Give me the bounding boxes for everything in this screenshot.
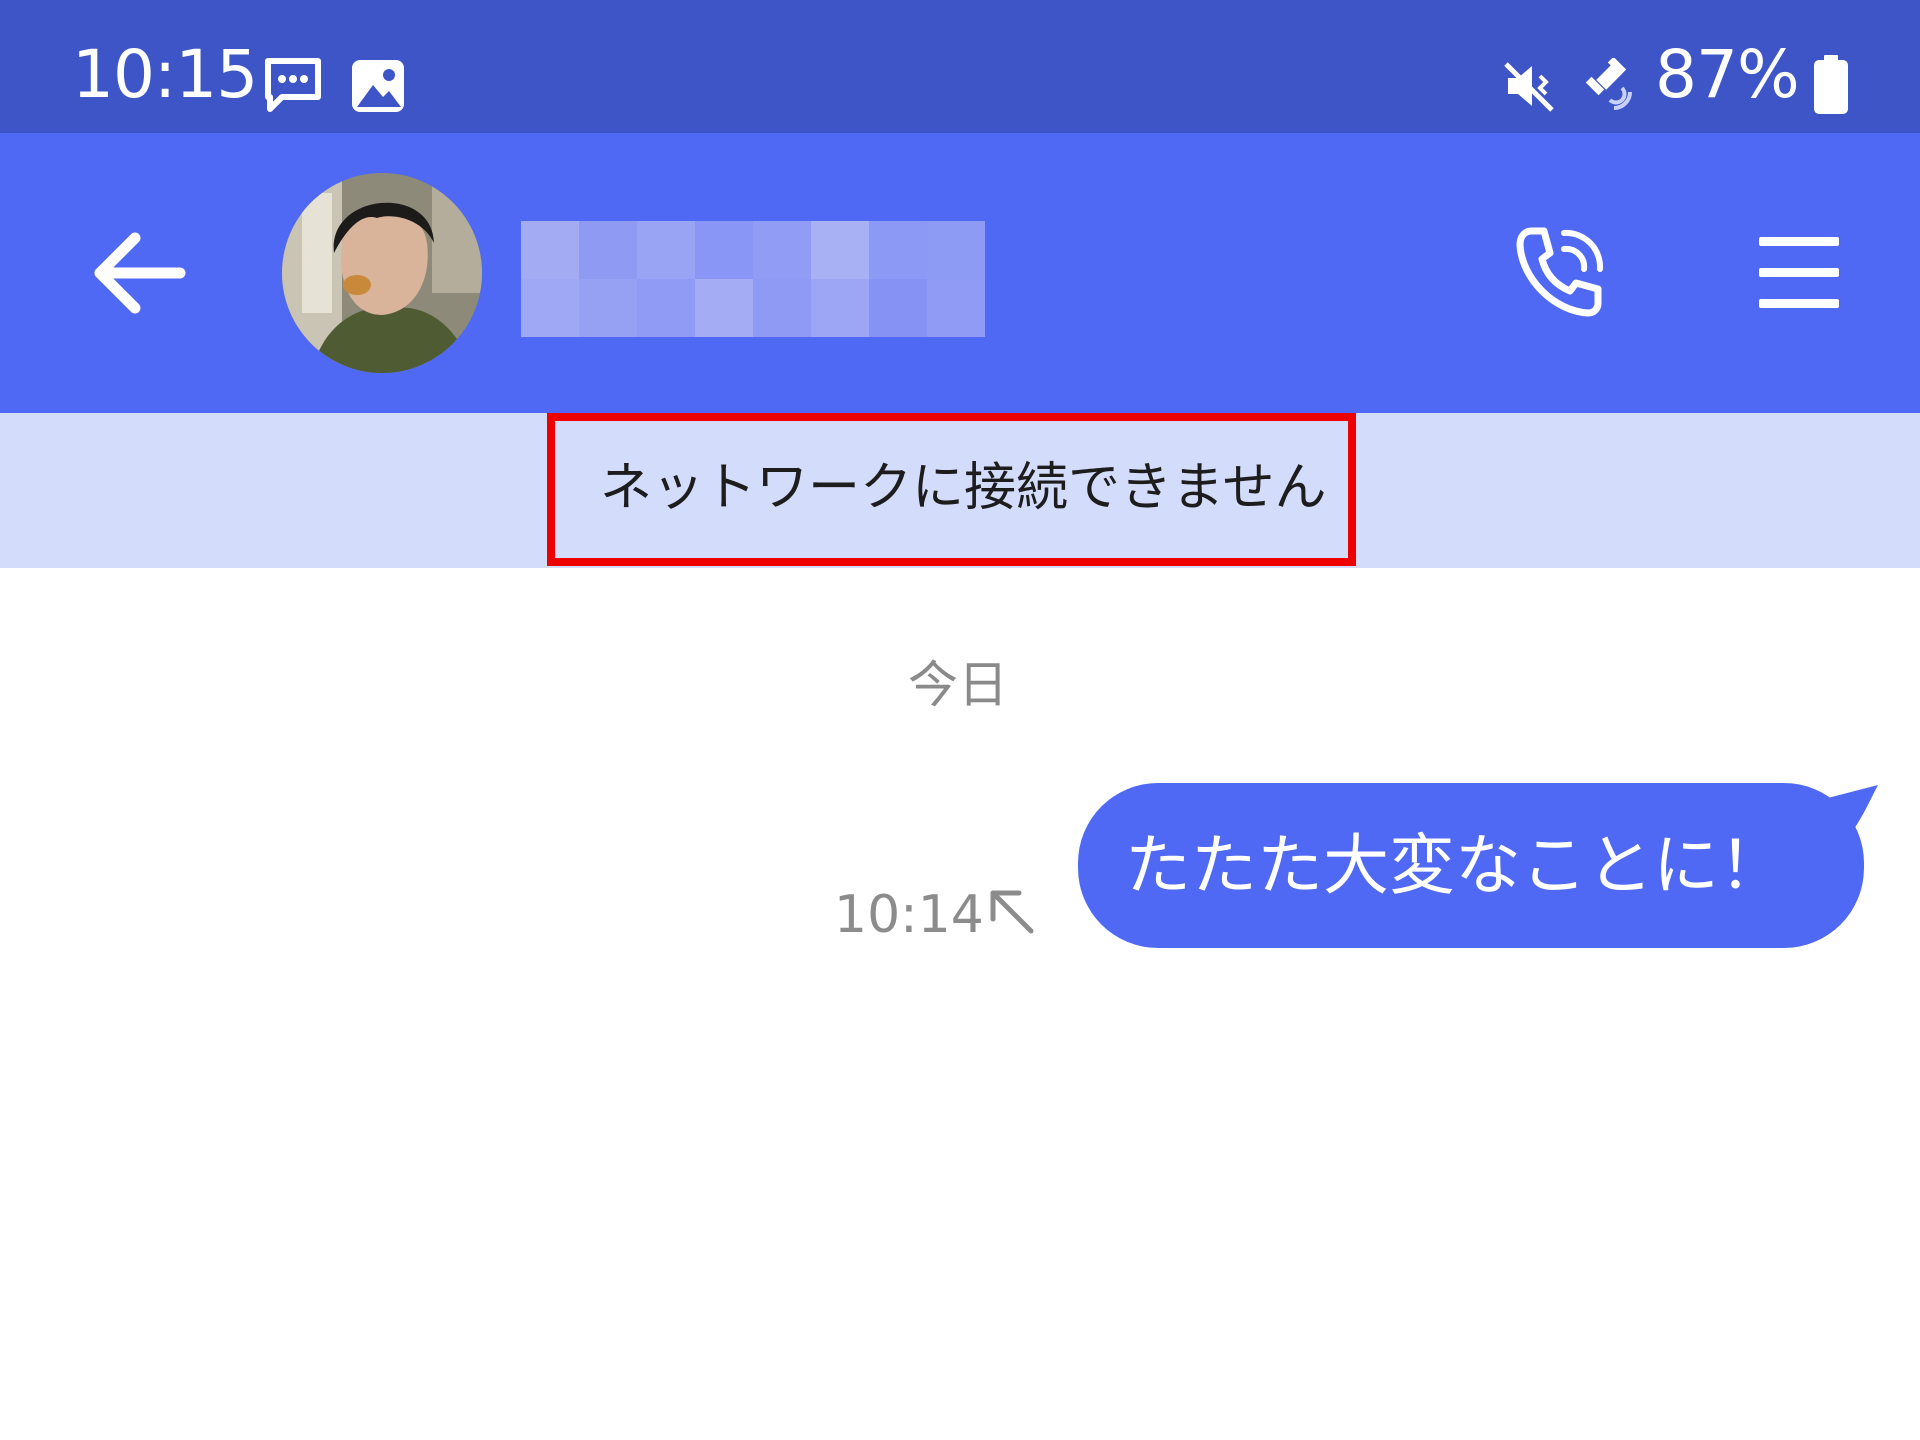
arrow-up-left-icon <box>990 890 1034 934</box>
satellite-icon <box>1585 58 1632 110</box>
vibrate-mute-icon <box>1504 62 1554 112</box>
chat-header <box>0 133 1920 413</box>
image-icon <box>352 60 404 112</box>
arrow-left-icon <box>94 232 186 314</box>
battery-icon <box>1814 55 1848 114</box>
avatar-photo <box>282 173 482 373</box>
phone-call-icon <box>1516 227 1604 317</box>
status-bar: 10:15 87% <box>0 0 1920 133</box>
status-time: 10:15 <box>72 36 258 113</box>
message-text: たたた大変なことに！ <box>1125 827 1785 904</box>
message-icon <box>265 58 321 112</box>
contact-name-blurred <box>521 221 985 337</box>
battery-percent: 87% <box>1655 36 1800 113</box>
back-button[interactable] <box>90 228 190 318</box>
avatar[interactable] <box>282 173 482 373</box>
network-error-text: ネットワークに接続できません <box>600 458 1327 518</box>
message-time: 10:14 <box>834 885 984 945</box>
date-divider: 今日 <box>908 656 1008 714</box>
call-button[interactable] <box>1510 223 1610 323</box>
menu-button[interactable] <box>1755 233 1840 313</box>
